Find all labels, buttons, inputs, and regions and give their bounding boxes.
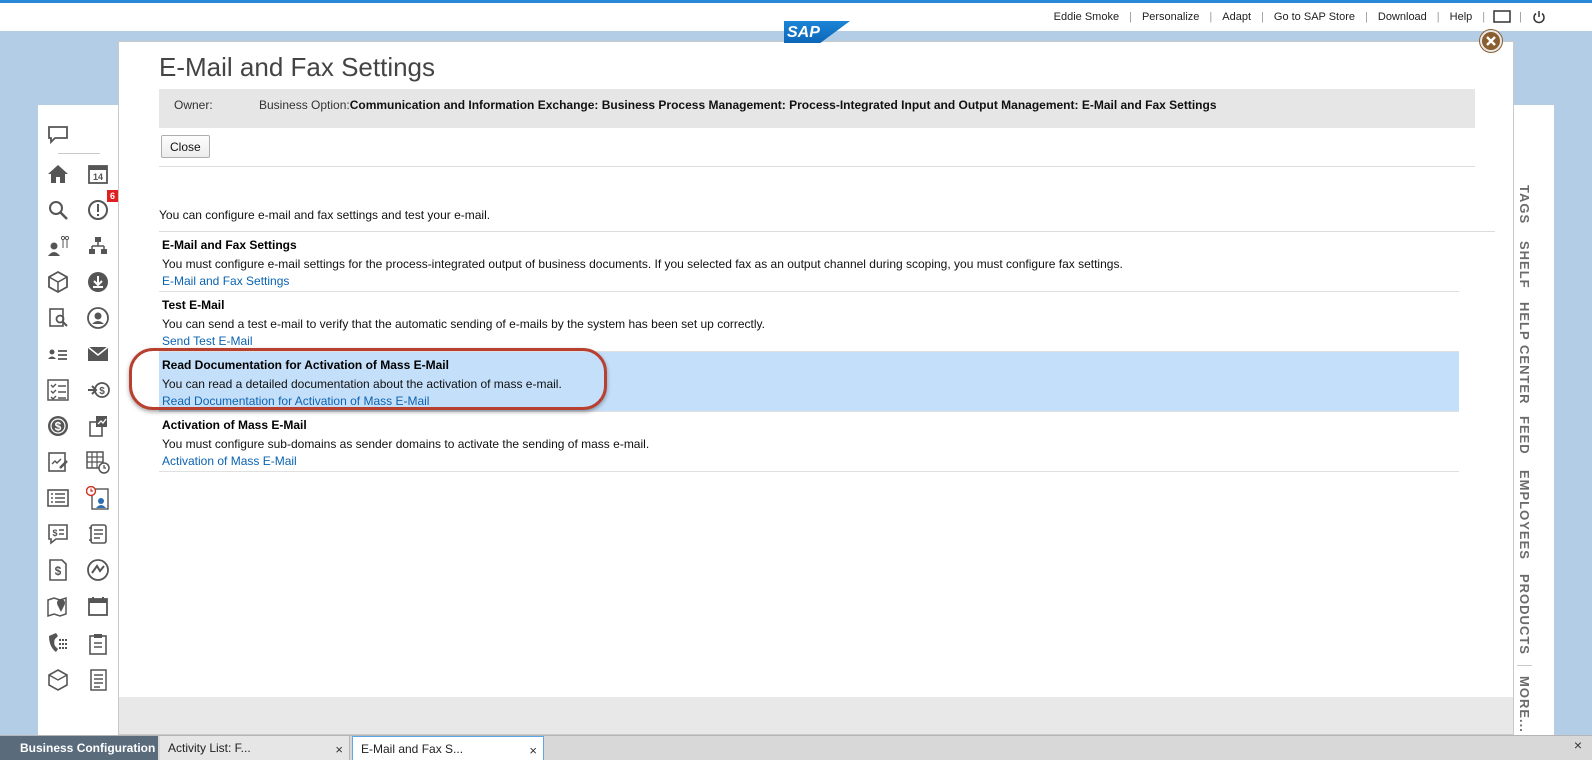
list-item: Activation of Mass E-Mail You must confi… xyxy=(159,412,1459,472)
calendar-grid-icon[interactable] xyxy=(84,448,112,476)
item-title: E-Mail and Fax Settings xyxy=(162,238,297,252)
dollar-circle-icon[interactable]: $ xyxy=(44,412,72,440)
pricing-chat-icon[interactable]: $ xyxy=(44,520,72,548)
notification-badge: 6 xyxy=(107,190,118,202)
list-item: E-Mail and Fax Settings You must configu… xyxy=(159,232,1459,292)
owner-label: Owner: xyxy=(174,98,213,112)
phone-keypad-icon[interactable] xyxy=(44,630,72,658)
tab-shelf[interactable]: SHELF xyxy=(1517,241,1532,289)
tab-products[interactable]: PRODUCTS xyxy=(1517,574,1532,655)
sap-logo: SAP xyxy=(784,21,850,43)
tab-activity-list[interactable]: Activity List: F... × xyxy=(160,736,350,760)
dialog-title: E-Mail and Fax Settings xyxy=(159,52,436,82)
taskbar: Business Configuration Activity List: F.… xyxy=(0,735,1592,760)
download-link[interactable]: Download xyxy=(1368,11,1437,23)
calendar-icon[interactable]: 14 xyxy=(84,160,112,188)
time-recording-icon[interactable] xyxy=(84,484,112,512)
invoice-icon[interactable]: $ xyxy=(44,556,72,584)
tab-label: Activity List: F... xyxy=(168,741,251,755)
clipboard-icon[interactable] xyxy=(84,630,112,658)
close-button[interactable]: Close xyxy=(161,135,210,158)
tab-label: Business Configuration xyxy=(20,741,156,755)
adapt-link[interactable]: Adapt xyxy=(1212,11,1261,23)
tab-employees[interactable]: EMPLOYEES xyxy=(1517,470,1532,560)
tab-help-center[interactable]: HELP CENTER xyxy=(1517,302,1532,405)
close-icon[interactable] xyxy=(1480,30,1502,52)
checklist-icon[interactable] xyxy=(44,376,72,404)
products-cube-icon[interactable] xyxy=(44,268,72,296)
org-chart-icon[interactable] xyxy=(84,232,112,260)
svg-text:$: $ xyxy=(99,386,105,397)
payment-transfer-icon[interactable]: $ xyxy=(84,376,112,404)
svg-text:$: $ xyxy=(52,528,57,538)
tab-tags[interactable]: TAGS xyxy=(1517,185,1532,224)
send-test-email-link[interactable]: Send Test E-Mail xyxy=(162,334,1459,348)
email-fax-settings-dialog: E-Mail and Fax Settings Owner: Business … xyxy=(118,41,1514,735)
tab-label: E-Mail and Fax S... xyxy=(361,742,464,756)
package-icon[interactable] xyxy=(44,666,72,694)
business-option-field: Business Option:Communication and Inform… xyxy=(259,98,1217,112)
user-name-link[interactable]: Eddie Smoke xyxy=(1044,11,1129,23)
home-icon[interactable] xyxy=(44,160,72,188)
list-item: Test E-Mail You can send a test e-mail t… xyxy=(159,292,1459,352)
item-description: You must configure sub-domains as sender… xyxy=(162,437,650,451)
user-profile-icon[interactable] xyxy=(84,304,112,332)
personalize-link[interactable]: Personalize xyxy=(1132,11,1209,23)
svg-text:$: $ xyxy=(55,420,62,434)
dialog-footer xyxy=(119,697,1513,734)
tab-email-fax-settings[interactable]: E-Mail and Fax S... × xyxy=(352,736,544,760)
calendar-day: 14 xyxy=(93,172,103,182)
item-title: Activation of Mass E-Mail xyxy=(162,418,307,432)
list-item-selected: Read Documentation for Activation of Mas… xyxy=(159,352,1459,412)
owner-info-bar: Owner: Business Option:Communication and… xyxy=(159,89,1475,128)
activation-mass-email-link[interactable]: Activation of Mass E-Mail xyxy=(162,454,1459,468)
tab-more[interactable]: MORE... xyxy=(1517,665,1532,733)
travel-globe-icon[interactable] xyxy=(84,556,112,584)
document-list-icon[interactable] xyxy=(84,666,112,694)
item-title: Read Documentation for Activation of Mas… xyxy=(162,358,449,372)
feed-icon[interactable] xyxy=(44,121,72,149)
item-title: Test E-Mail xyxy=(162,298,225,312)
download-circle-icon[interactable] xyxy=(84,268,112,296)
sap-store-link[interactable]: Go to SAP Store xyxy=(1264,11,1365,23)
power-icon[interactable] xyxy=(1522,3,1556,31)
search-icon[interactable] xyxy=(44,196,72,224)
top-navigation: Eddie Smoke | Personalize | Adapt | Go t… xyxy=(1044,3,1556,31)
close-all-tabs-icon[interactable]: × xyxy=(1574,737,1582,753)
list-view-icon[interactable] xyxy=(44,484,72,512)
map-location-icon[interactable] xyxy=(44,592,72,620)
intro-text: You can configure e-mail and fax setting… xyxy=(159,208,491,222)
svg-text:$: $ xyxy=(55,564,62,578)
close-tab-icon[interactable]: × xyxy=(335,738,343,760)
help-link[interactable]: Help xyxy=(1440,11,1483,23)
business-option-value: Communication and Information Exchange: … xyxy=(349,98,1217,112)
email-fax-settings-link[interactable]: E-Mail and Fax Settings xyxy=(162,274,1459,288)
rail-divider xyxy=(58,153,100,154)
item-description: You can read a detailed documentation ab… xyxy=(162,377,562,391)
employee-list-icon[interactable] xyxy=(44,340,72,368)
close-tab-icon[interactable]: × xyxy=(529,739,537,760)
document-chart-icon[interactable] xyxy=(84,412,112,440)
tab-business-configuration[interactable]: Business Configuration xyxy=(0,736,158,760)
item-description: You must configure e-mail settings for t… xyxy=(162,257,1123,271)
divider xyxy=(159,166,1475,167)
business-option-label: Business Option: xyxy=(259,98,350,112)
mail-icon[interactable] xyxy=(84,340,112,368)
window-icon[interactable] xyxy=(1485,3,1519,31)
appointment-calendar-icon[interactable] xyxy=(84,592,112,620)
document-search-icon[interactable] xyxy=(44,304,72,332)
people-network-icon[interactable] xyxy=(44,232,72,260)
contract-icon[interactable] xyxy=(84,520,112,548)
read-documentation-link[interactable]: Read Documentation for Activation of Mas… xyxy=(162,394,1459,408)
tab-feed[interactable]: FEED xyxy=(1517,416,1532,455)
item-description: You can send a test e-mail to verify tha… xyxy=(162,317,765,331)
report-edit-icon[interactable] xyxy=(44,448,72,476)
